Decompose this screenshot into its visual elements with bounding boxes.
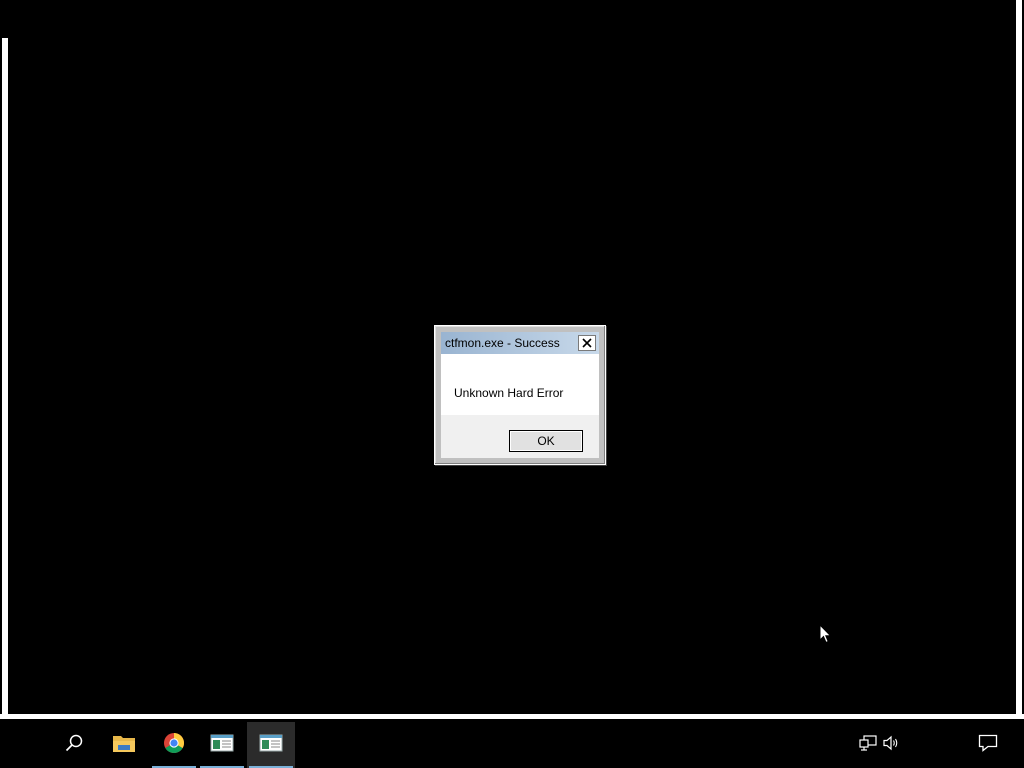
dialog-message: Unknown Hard Error	[454, 386, 564, 400]
desktop-screen: ctfmon.exe - Success Unknown Hard Error …	[0, 0, 1024, 768]
search-icon	[64, 733, 84, 758]
file-explorer-icon	[112, 733, 136, 758]
taskbar-window-app-selected[interactable]	[247, 722, 295, 768]
dialog-titlebar[interactable]: ctfmon.exe - Success	[441, 332, 599, 354]
window-app-icon-selected	[259, 733, 283, 758]
taskbar-window-app[interactable]	[198, 722, 246, 768]
error-dialog: ctfmon.exe - Success Unknown Hard Error …	[434, 325, 606, 465]
tray-action-center[interactable]	[974, 722, 1002, 768]
action-center-icon	[978, 734, 998, 757]
mouse-cursor-icon	[819, 623, 833, 649]
taskbar-file-explorer[interactable]	[100, 722, 148, 768]
window-frame-right	[1016, 0, 1024, 720]
chrome-icon	[163, 732, 185, 759]
window-frame-bottom	[0, 714, 1024, 722]
window-frame-left	[0, 38, 8, 720]
ok-button[interactable]: OK	[509, 430, 583, 452]
close-button[interactable]	[578, 335, 596, 351]
window-app-icon	[210, 733, 234, 758]
volume-icon	[883, 735, 901, 756]
tray-network[interactable]	[856, 722, 880, 768]
dialog-button-area: OK	[441, 415, 599, 458]
tray-volume[interactable]	[880, 722, 904, 768]
network-icon	[859, 734, 877, 756]
taskbar-chrome[interactable]	[150, 722, 198, 768]
dialog-body: ctfmon.exe - Success Unknown Hard Error …	[441, 332, 599, 458]
dialog-title: ctfmon.exe - Success	[445, 336, 560, 350]
taskbar	[0, 722, 1024, 768]
taskbar-search-button[interactable]	[50, 722, 98, 768]
